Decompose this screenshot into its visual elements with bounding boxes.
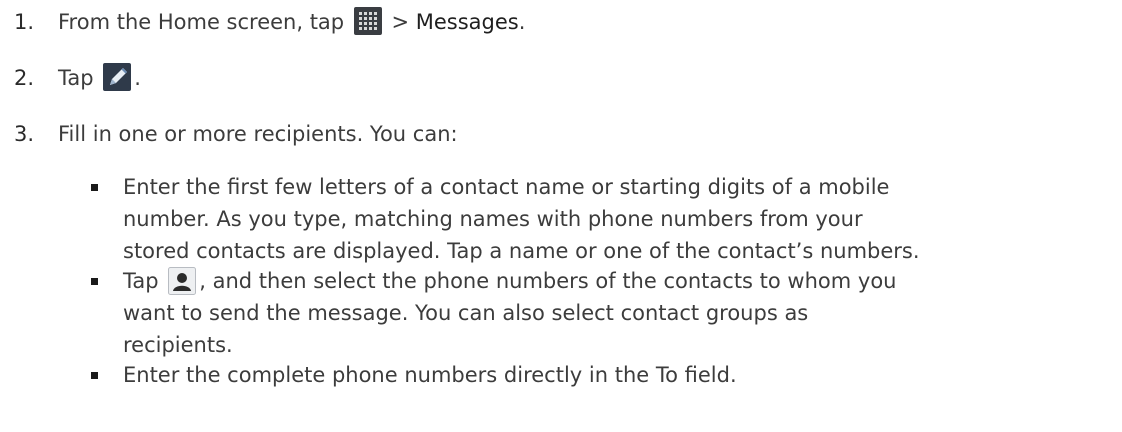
bullet-line: stored contacts are displayed. Tap a nam… bbox=[123, 239, 920, 263]
step-3: 3. Fill in one or more recipients. You c… bbox=[14, 118, 458, 150]
step-period: . bbox=[518, 10, 526, 34]
bullet-line: Enter the first few letters of a contact… bbox=[123, 175, 890, 199]
bullet-line: Tap , and then select the phone numbers … bbox=[123, 265, 1113, 297]
contact-person-icon bbox=[168, 267, 197, 295]
bullet-line: recipients. bbox=[123, 333, 233, 357]
step-text: From the Home screen, tap bbox=[58, 10, 345, 34]
step-period: . bbox=[134, 66, 141, 90]
bullet-text: Tap , and then select the phone numbers … bbox=[123, 265, 1113, 361]
step-number: 3. bbox=[14, 122, 35, 146]
step-text: Fill in one or more recipients. You can: bbox=[58, 122, 458, 146]
bullet-text-after: , and then select the phone numbers of t… bbox=[199, 269, 897, 293]
messages-label: Messages bbox=[415, 10, 519, 34]
bullet-line: number. As you type, matching names with… bbox=[123, 207, 863, 231]
bullet-text: Enter the complete phone numbers directl… bbox=[123, 359, 1113, 391]
step-1: 1. From the Home screen, tap > Messages … bbox=[14, 6, 525, 38]
compose-pencil-icon bbox=[103, 63, 132, 91]
bullet-text: Enter the first few letters of a contact… bbox=[123, 171, 1113, 267]
bullet-marker bbox=[91, 184, 98, 191]
step-number: 2. bbox=[14, 66, 35, 90]
step-number: 1. bbox=[14, 10, 35, 34]
apps-grid-icon bbox=[353, 7, 382, 35]
bullet-line: want to send the message. You can also s… bbox=[123, 301, 809, 325]
step-separator: > bbox=[384, 10, 416, 34]
bullet-marker bbox=[91, 278, 98, 285]
bullet-text-before: Tap bbox=[123, 269, 159, 293]
step-text: Tap bbox=[58, 66, 94, 90]
bullet-line: Enter the complete phone numbers directl… bbox=[123, 363, 737, 387]
bullet-marker bbox=[91, 372, 98, 379]
step-2: 2. Tap . bbox=[14, 62, 141, 94]
